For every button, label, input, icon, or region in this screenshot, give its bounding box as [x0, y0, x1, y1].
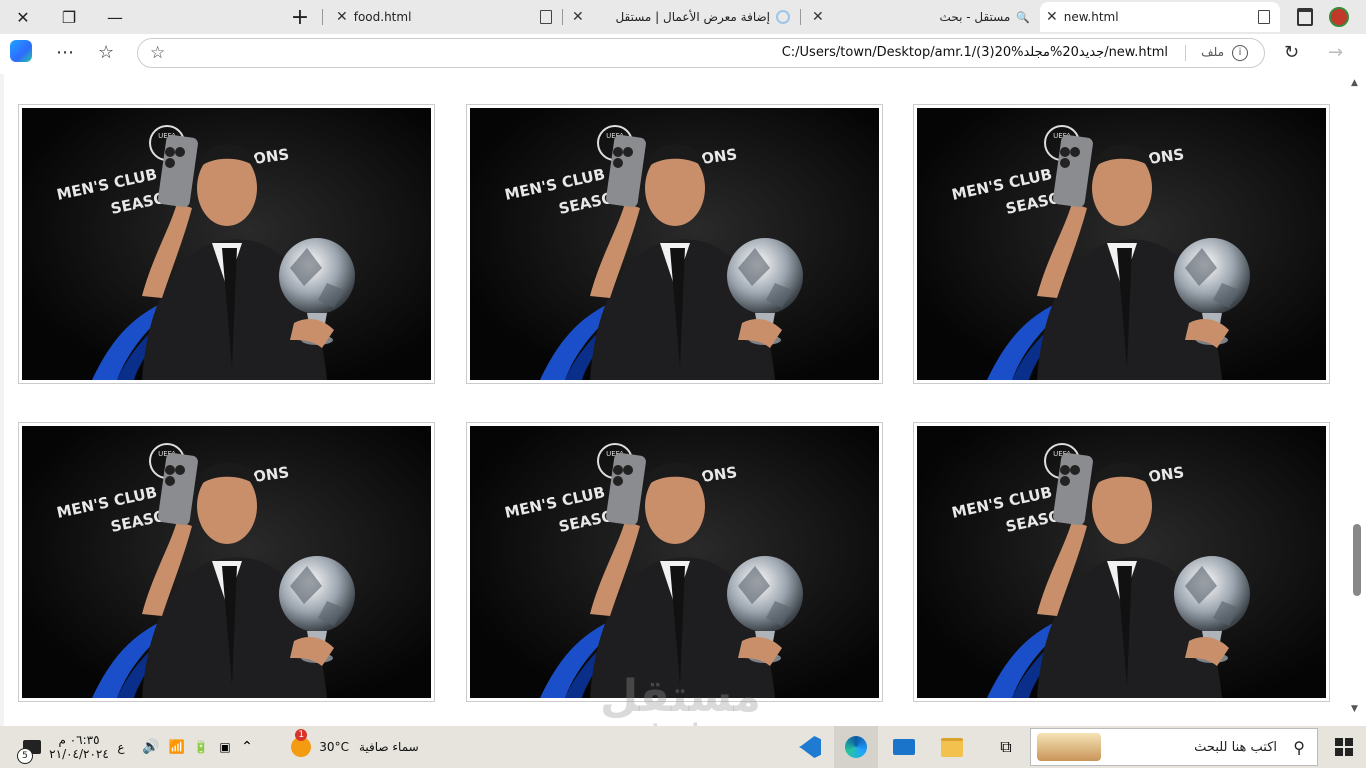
mail-icon[interactable]: [882, 726, 926, 768]
file-explorer-icon[interactable]: [930, 726, 974, 768]
scrollbar-thumb[interactable]: [1353, 524, 1361, 596]
notifications-icon[interactable]: 5: [10, 726, 54, 768]
wifi-icon[interactable]: 📶: [166, 726, 188, 768]
taskbar-search[interactable]: اكتب هنا للبحث ⚲: [1030, 728, 1318, 766]
profile-icon[interactable]: [1326, 4, 1352, 30]
close-window-icon[interactable]: ✕: [10, 4, 36, 30]
weather-widget[interactable]: 1 30°C سماء صافية: [280, 726, 430, 768]
file-icon: [540, 10, 552, 24]
taskbar: 5 ٠٦:٣٥ م ٢١/٠٤/٢٠٢٤ ع 🔊 📶 🔋 ▣ ⌃ 1 30°C …: [0, 726, 1366, 768]
scroll-up-icon[interactable]: ▲: [1351, 78, 1358, 88]
close-tab-icon[interactable]: ✕: [336, 9, 348, 25]
weather-temp: 30°C: [319, 740, 349, 754]
search-icon: 🔍: [1016, 11, 1030, 24]
gallery-image: UEFA MEN'S CLUB SEASO ONS: [917, 426, 1326, 698]
search-highlight-image: [1037, 733, 1101, 761]
close-tab-icon[interactable]: ✕: [812, 9, 824, 25]
sun-icon: 1: [291, 729, 312, 757]
loading-icon: [776, 10, 790, 24]
url-text[interactable]: C:/Users/town/Desktop/amr.1/(3)20%جديد20…: [782, 45, 1168, 60]
clock[interactable]: ٠٦:٣٥ م ٢١/٠٤/٢٠٢٤: [49, 726, 109, 768]
restore-window-icon[interactable]: ❐: [56, 4, 82, 30]
vertical-scrollbar[interactable]: ▲ ▼: [1348, 74, 1366, 726]
page-content: UEFA MEN'S CLUB SEASO ONS UEFA MEN'S CLU…: [4, 74, 1348, 726]
clock-date: ٢١/٠٤/٢٠٢٤: [49, 747, 109, 761]
volume-icon[interactable]: 🔊: [140, 726, 162, 768]
file-label: ملف: [1201, 45, 1224, 59]
gallery-card: UEFA MEN'S CLUB SEASO ONS: [466, 422, 883, 702]
url-bar[interactable]: ☆ C:/Users/town/Desktop/amr.1/(3)20%جديد…: [137, 38, 1265, 68]
task-view-icon[interactable]: ⧉: [984, 726, 1028, 768]
tab-new-html[interactable]: new.html ✕: [1040, 2, 1280, 32]
minimize-window-icon[interactable]: —: [102, 4, 128, 30]
new-tab-icon[interactable]: +: [287, 4, 313, 30]
close-tab-icon[interactable]: ✕: [572, 9, 584, 25]
copilot-icon[interactable]: [10, 40, 32, 67]
tab-actions-icon[interactable]: [1292, 4, 1318, 30]
gallery-image: UEFA MEN'S CLUB SEASO ONS: [917, 108, 1326, 380]
search-icon: ⚲: [1293, 738, 1305, 757]
file-icon: [1258, 10, 1270, 24]
tab-mostaql-portfolio[interactable]: إضافة معرض الأعمال | مستقل ✕: [566, 2, 796, 32]
forward-icon: →: [1328, 42, 1344, 63]
scroll-down-icon[interactable]: ▼: [1351, 704, 1358, 714]
chevron-up-icon[interactable]: ⌃: [236, 726, 258, 768]
gallery-image: UEFA MEN'S CLUB SEASO ONS: [22, 108, 431, 380]
gallery-card: UEFA MEN'S CLUB SEASO ONS: [913, 422, 1330, 702]
tab-label: food.html: [353, 10, 412, 24]
tab-bar: ✕ ❐ — + food.html ✕ إضافة معرض الأعمال |…: [0, 0, 1366, 34]
tab-label: new.html: [1063, 10, 1119, 24]
search-placeholder: اكتب هنا للبحث: [1194, 740, 1277, 755]
weather-text: سماء صافية: [358, 740, 419, 754]
gallery-image: UEFA MEN'S CLUB SEASO ONS: [470, 426, 879, 698]
add-favorite-icon[interactable]: ☆: [150, 43, 165, 63]
language-indicator[interactable]: ع: [110, 726, 132, 768]
refresh-icon[interactable]: ↻: [1284, 42, 1299, 63]
address-bar-row: ⋯ ☆ ☆ C:/Users/town/Desktop/amr.1/(3)20%…: [0, 34, 1366, 74]
gallery-card: UEFA MEN'S CLUB SEASO ONS: [18, 104, 435, 384]
more-options-icon[interactable]: ⋯: [56, 42, 74, 63]
gallery-image: UEFA MEN'S CLUB SEASO ONS: [22, 426, 431, 698]
battery-icon[interactable]: 🔋: [190, 726, 212, 768]
gallery-image: UEFA MEN'S CLUB SEASO ONS: [470, 108, 879, 380]
clock-time: ٠٦:٣٥ م: [58, 733, 100, 747]
gallery-card: UEFA MEN'S CLUB SEASO ONS: [18, 422, 435, 702]
gallery-card: UEFA MEN'S CLUB SEASO ONS: [913, 104, 1330, 384]
vscode-icon[interactable]: [788, 726, 832, 768]
favorites-icon[interactable]: ☆: [98, 42, 114, 63]
tab-label: مستقل - بحث: [939, 10, 1011, 24]
close-tab-icon[interactable]: ✕: [1046, 9, 1058, 25]
gallery-card: UEFA MEN'S CLUB SEASO ONS: [466, 104, 883, 384]
tab-food[interactable]: food.html ✕: [330, 2, 558, 32]
tab-label: إضافة معرض الأعمال | مستقل: [615, 10, 770, 24]
tab-mostaql-search[interactable]: 🔍 مستقل - بحث ✕: [806, 2, 1036, 32]
edge-icon[interactable]: [834, 726, 878, 768]
info-icon[interactable]: i: [1232, 45, 1248, 61]
device-icon[interactable]: ▣: [214, 726, 236, 768]
windows-start-icon[interactable]: [1322, 726, 1366, 768]
